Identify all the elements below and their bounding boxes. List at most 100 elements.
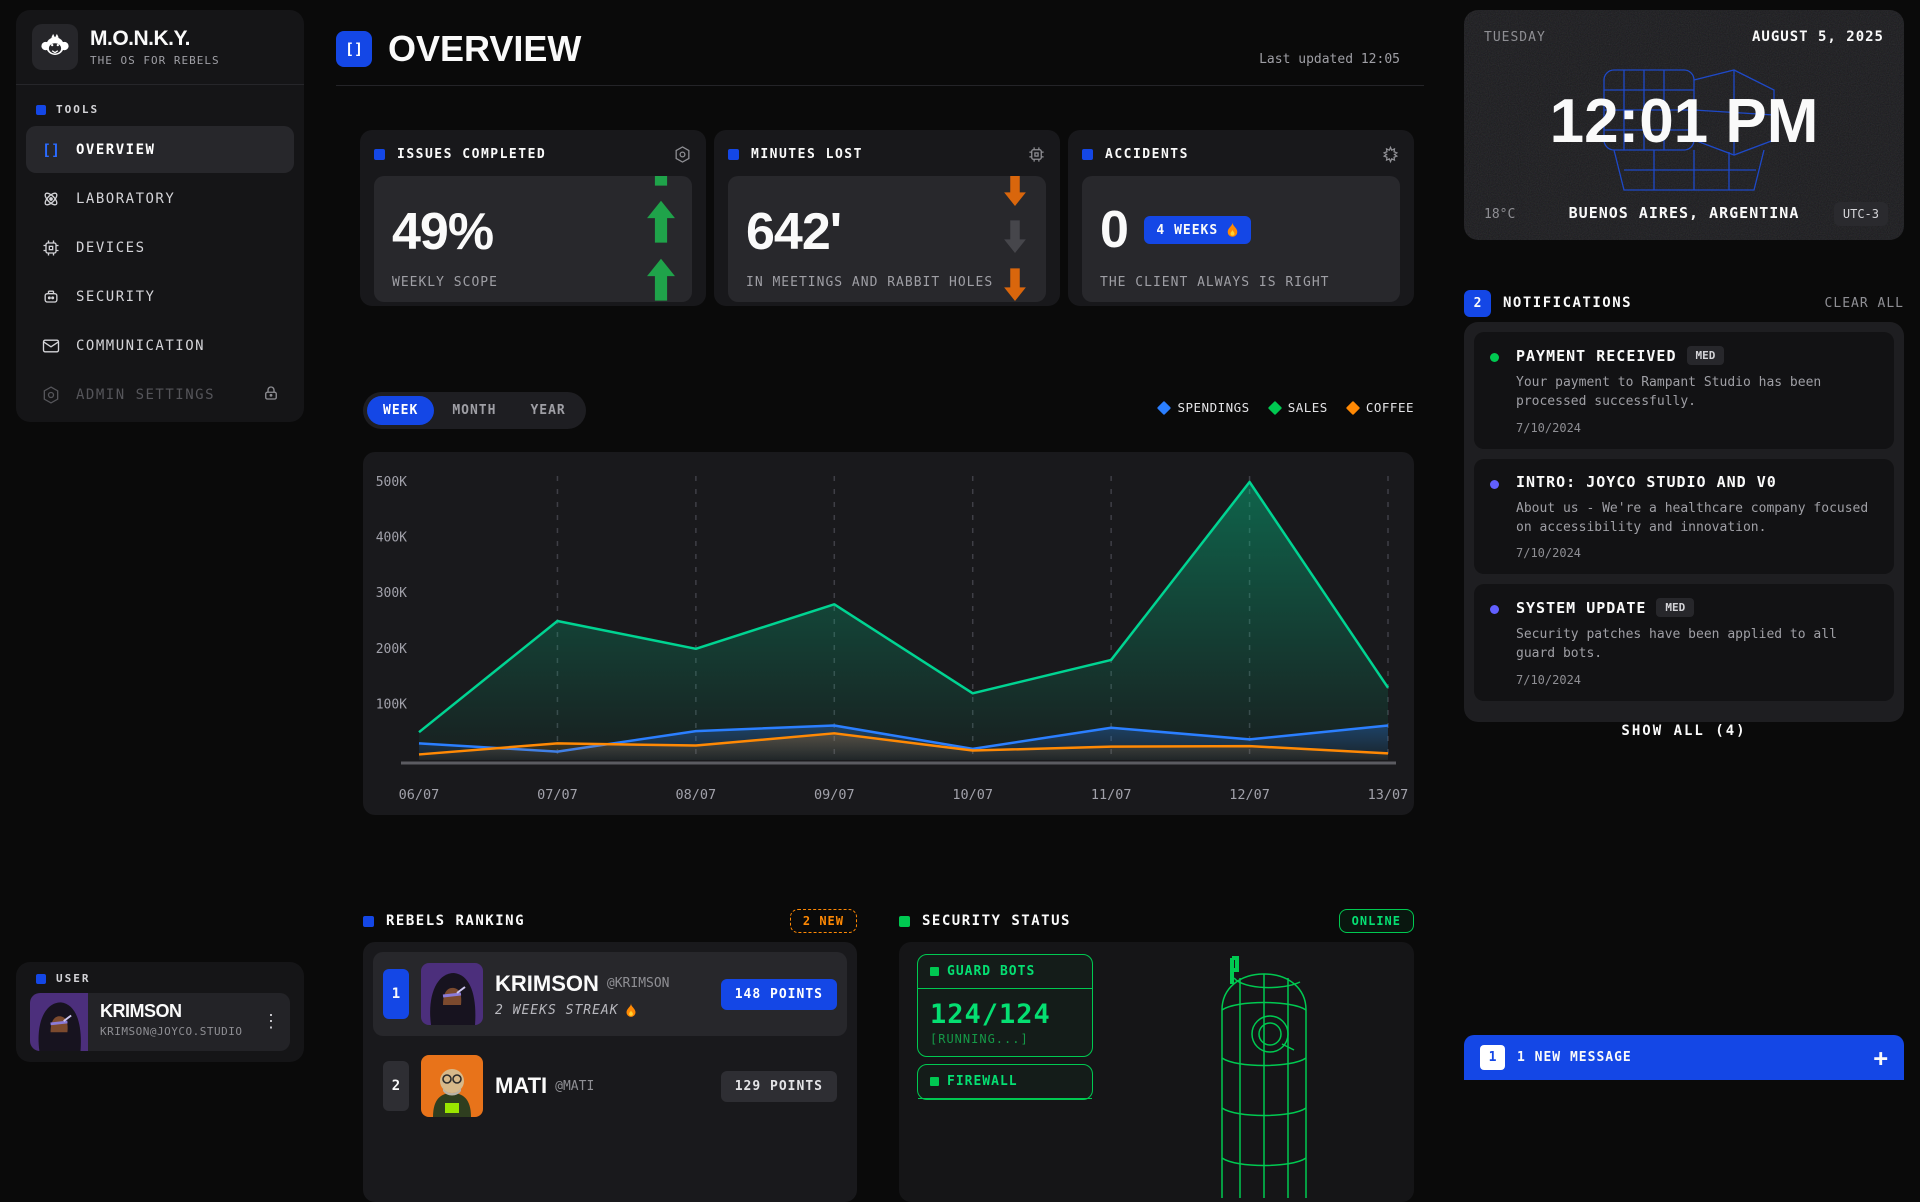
sidebar-item-laboratory[interactable]: LABORATORY xyxy=(26,175,294,222)
rebel-handle: @MATI xyxy=(555,1079,594,1094)
stat-subtitle: WEEKLY SCOPE xyxy=(392,275,498,290)
clear-all-button[interactable]: CLEAR ALL xyxy=(1825,296,1904,311)
trend-down-arrows-icon xyxy=(992,176,1038,302)
app-name: M.O.N.K.Y. xyxy=(90,27,220,51)
svg-text:100K: 100K xyxy=(376,697,407,712)
user-panel: USER KRIMSON KRIMSON@JOYCO.STUDIO ⋮ xyxy=(16,962,304,1062)
burst-icon[interactable] xyxy=(1381,145,1400,164)
svg-text:08/07: 08/07 xyxy=(676,787,717,803)
svg-text:300K: 300K xyxy=(376,586,407,601)
stat-body: 0 4 WEEKS THE CLIENT ALWAYS IS RIGHT xyxy=(1082,176,1400,302)
svg-text:11/07: 11/07 xyxy=(1091,787,1132,803)
sidebar-item-label: DEVICES xyxy=(76,240,146,256)
notification-system-update[interactable]: SYSTEM UPDATE MED Security patches have … xyxy=(1474,584,1894,701)
rank-badge: 1 xyxy=(383,969,409,1019)
notifications-panel: PAYMENT RECEIVED MED Your payment to Ram… xyxy=(1464,322,1904,722)
guard-bot-wireframe xyxy=(1174,948,1354,1202)
svg-text:09/07: 09/07 xyxy=(814,787,855,803)
sidebar-item-label: OVERVIEW xyxy=(76,142,155,158)
status-dot-icon xyxy=(1490,353,1499,362)
avatar xyxy=(421,963,483,1025)
user-card[interactable]: KRIMSON KRIMSON@JOYCO.STUDIO ⋮ xyxy=(30,993,290,1051)
guard-bots-value: 124/124 xyxy=(918,989,1092,1032)
svg-text:400K: 400K xyxy=(376,531,407,546)
sidebar-item-label: LABORATORY xyxy=(76,191,175,207)
chip-icon xyxy=(40,238,62,258)
legend-sales: SALES xyxy=(1270,400,1328,415)
notification-date: 7/10/2024 xyxy=(1516,673,1878,687)
new-count-badge: 2 NEW xyxy=(790,909,857,933)
priority-tag: MED xyxy=(1687,346,1725,365)
stat-value: 49% xyxy=(392,202,493,262)
status-dot-icon xyxy=(1490,480,1499,489)
svg-text:13/07: 13/07 xyxy=(1368,787,1409,803)
clock-day: TUESDAY xyxy=(1484,30,1546,45)
sidebar: M.O.N.K.Y. THE OS FOR REBELS TOOLS [] OV… xyxy=(16,10,304,422)
points-badge: 129 POINTS xyxy=(721,1071,837,1102)
avatar xyxy=(30,993,88,1051)
sidebar-item-label: ADMIN SETTINGS xyxy=(76,387,215,403)
svg-text:12/07: 12/07 xyxy=(1229,787,1270,803)
tab-week[interactable]: WEEK xyxy=(367,396,434,425)
main-header: [] OVERVIEW Last updated 12:05 xyxy=(336,12,1424,86)
user-info: KRIMSON KRIMSON@JOYCO.STUDIO ⋮ xyxy=(88,993,290,1051)
sidebar-item-devices[interactable]: DEVICES xyxy=(26,224,294,271)
rebel-name: KRIMSON xyxy=(495,971,599,997)
notification-payment-received[interactable]: PAYMENT RECEIVED MED Your payment to Ram… xyxy=(1474,332,1894,449)
card-square-icon xyxy=(1082,149,1093,160)
flame-icon xyxy=(625,1003,637,1018)
notification-intro[interactable]: INTRO: JOYCO STUDIO AND V0 About us - We… xyxy=(1474,459,1894,575)
ranking-row-1[interactable]: 1 KRIMSON @KRIMSON 2 WEEKS STREAK 148 PO… xyxy=(373,952,847,1036)
flame-icon xyxy=(1226,222,1239,238)
tools-section-label: TOOLS xyxy=(16,95,304,124)
section-title: SECURITY STATUS xyxy=(922,913,1327,929)
card-square-icon xyxy=(728,149,739,160)
ranking-row-2[interactable]: 2 MATI @MATI 129 POINTS xyxy=(373,1044,847,1128)
period-tabs: WEEK MONTH YEAR xyxy=(363,392,586,429)
online-status-badge: ONLINE xyxy=(1339,909,1414,933)
notification-date: 7/10/2024 xyxy=(1516,546,1878,560)
last-updated: Last updated 12:05 xyxy=(1259,52,1400,67)
clock-widget: TUESDAY AUGUST 5, 2025 12:01 PM 18°C BUE… xyxy=(1464,10,1904,240)
nut-icon[interactable] xyxy=(673,145,692,164)
sidebar-item-overview[interactable]: [] OVERVIEW xyxy=(26,126,294,173)
security-status-panel: GUARD BOTS 124/124 [RUNNING...] FIREWALL xyxy=(899,942,1414,1202)
new-message-bar[interactable]: 1 1 NEW MESSAGE + xyxy=(1464,1035,1904,1080)
kebab-menu-icon[interactable]: ⋮ xyxy=(262,1011,280,1032)
legend-spendings: SPENDINGS xyxy=(1159,400,1249,415)
svg-text:06/07: 06/07 xyxy=(399,787,440,803)
nut-icon xyxy=(40,385,62,405)
message-text: 1 NEW MESSAGE xyxy=(1517,1050,1632,1065)
user-section-label: USER xyxy=(30,972,290,985)
show-all-button[interactable]: SHOW ALL (4) xyxy=(1474,711,1894,745)
clock-time: 12:01 PM xyxy=(1464,86,1904,157)
sidebar-item-admin-settings[interactable]: ADMIN SETTINGS xyxy=(26,371,294,418)
trend-up-arrows-icon xyxy=(638,176,684,302)
monkey-logo-icon xyxy=(32,24,78,70)
notifications-count-badge: 2 xyxy=(1464,290,1491,317)
plus-icon[interactable]: + xyxy=(1874,1044,1888,1072)
legend-coffee: COFFEE xyxy=(1348,400,1414,415)
user-email: KRIMSON@JOYCO.STUDIO xyxy=(100,1025,278,1038)
svg-text:500K: 500K xyxy=(376,475,407,490)
stat-card-minutes-lost: MINUTES LOST 642' IN MEETINGS AND RABBIT… xyxy=(714,130,1060,306)
points-badge: 148 POINTS xyxy=(721,979,837,1010)
guard-bots-status: [RUNNING...] xyxy=(918,1032,1092,1056)
diamond-icon xyxy=(1268,400,1282,414)
firewall-box: FIREWALL xyxy=(917,1064,1093,1100)
sidebar-item-label: SECURITY xyxy=(76,289,155,305)
tab-year[interactable]: YEAR xyxy=(514,396,581,425)
chip-icon[interactable] xyxy=(1027,145,1046,164)
tab-month[interactable]: MONTH xyxy=(436,396,512,425)
app-tagline: THE OS FOR REBELS xyxy=(90,54,220,67)
page-title: OVERVIEW xyxy=(388,28,581,70)
sidebar-item-communication[interactable]: COMMUNICATION xyxy=(26,322,294,369)
rank-badge: 2 xyxy=(383,1061,409,1111)
stat-title: ISSUES COMPLETED xyxy=(397,147,661,162)
guard-bots-label: GUARD BOTS xyxy=(947,964,1035,979)
sidebar-item-security[interactable]: SECURITY xyxy=(26,273,294,320)
user-name: KRIMSON xyxy=(100,1001,278,1022)
stat-body: 49% WEEKLY SCOPE xyxy=(374,176,692,302)
notification-title: SYSTEM UPDATE xyxy=(1516,599,1646,617)
brackets-icon: [] xyxy=(40,141,62,159)
